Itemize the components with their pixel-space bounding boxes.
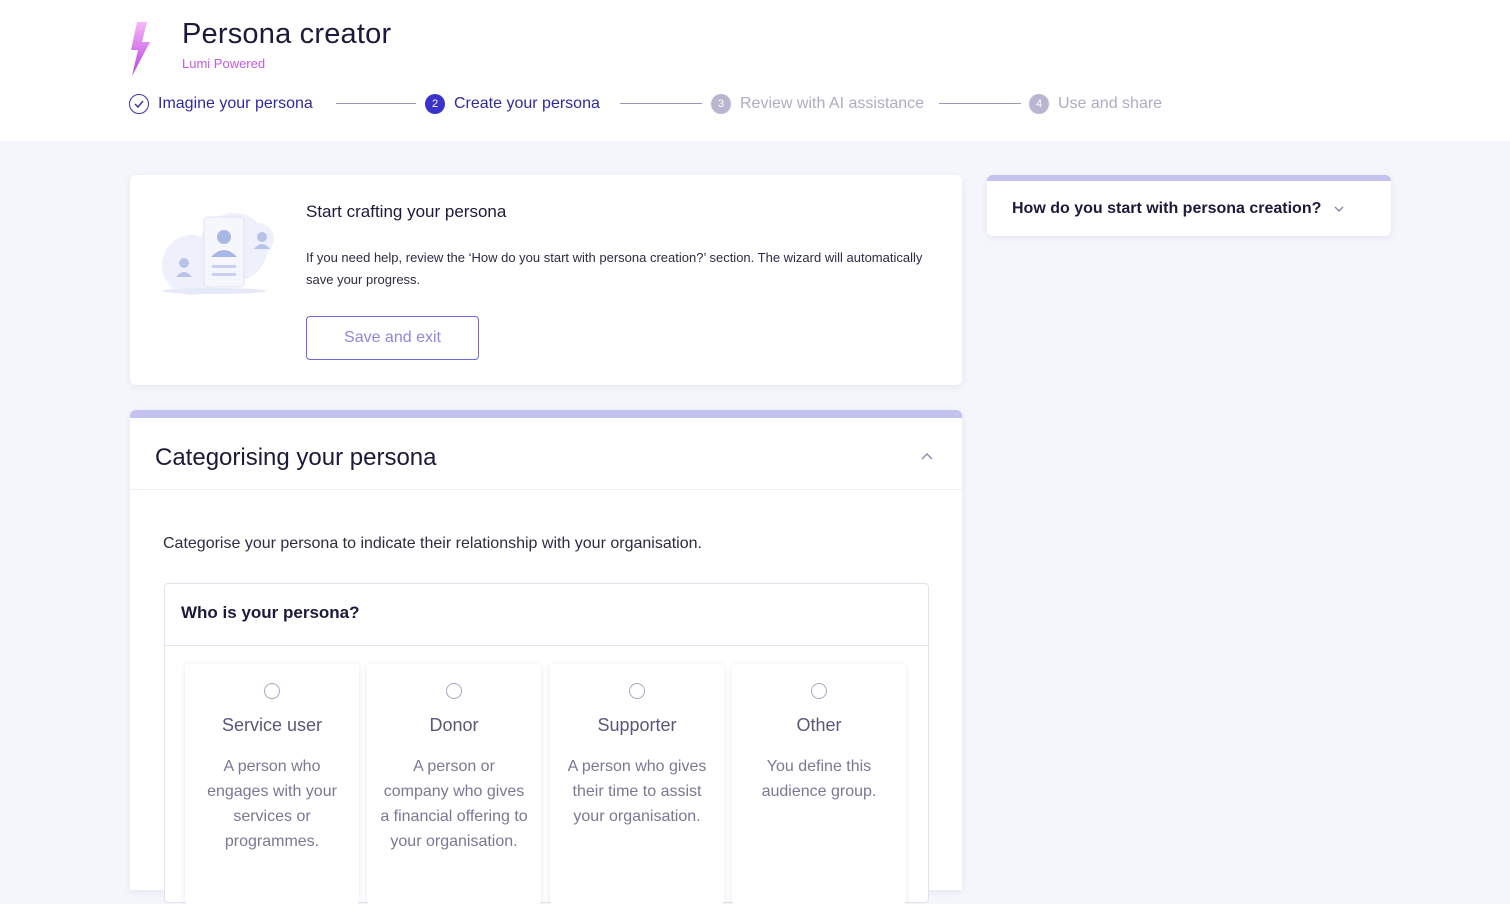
step-connector bbox=[336, 103, 416, 104]
step-connector bbox=[620, 103, 702, 104]
step-label: Create your persona bbox=[454, 95, 600, 112]
app-title: Persona creator bbox=[182, 18, 392, 50]
wizard-stepper: Imagine your persona 2 Create your perso… bbox=[129, 92, 1229, 116]
radio-button[interactable] bbox=[629, 683, 645, 699]
intro-card: Start crafting your persona If you need … bbox=[130, 175, 962, 385]
section-intro-text: Categorise your persona to indicate thei… bbox=[163, 535, 702, 552]
chevron-up-icon[interactable] bbox=[920, 451, 934, 461]
save-and-exit-button[interactable]: Save and exit bbox=[306, 316, 479, 360]
step-create[interactable]: 2 Create your persona bbox=[425, 92, 600, 116]
option-title: Supporter bbox=[597, 715, 677, 735]
persona-type-question: Who is your persona? Service user A pers… bbox=[164, 583, 929, 904]
option-description: A person who gives their time to assist … bbox=[567, 758, 707, 825]
app-subtitle: Lumi Powered bbox=[182, 56, 266, 71]
step-connector bbox=[939, 103, 1021, 104]
step-label: Review with AI assistance bbox=[740, 95, 925, 112]
intro-text: If you need help, review the ‘How do you… bbox=[306, 250, 923, 287]
chevron-down-icon bbox=[1334, 206, 1344, 212]
top-header: Persona creator Lumi Powered Imagine you… bbox=[0, 0, 1510, 141]
section-title: Categorising your persona bbox=[155, 444, 437, 471]
radio-button[interactable] bbox=[264, 683, 280, 699]
option-title: Donor bbox=[429, 715, 479, 735]
option-donor[interactable]: Donor A person or company who gives a fi… bbox=[367, 664, 541, 904]
step-number: 2 bbox=[425, 94, 445, 114]
section-header[interactable]: Categorising your persona bbox=[130, 418, 962, 490]
question-title: Who is your persona? bbox=[165, 584, 928, 646]
check-icon bbox=[129, 94, 149, 114]
radio-button[interactable] bbox=[446, 683, 462, 699]
option-service-user[interactable]: Service user A person who engages with y… bbox=[185, 664, 359, 904]
categorising-section: Categorising your persona Categorise you… bbox=[130, 410, 962, 904]
help-title: How do you start with persona creation? bbox=[1012, 199, 1322, 217]
option-other[interactable]: Other You define this audience group. bbox=[732, 664, 906, 904]
persona-illustration-icon bbox=[162, 213, 274, 295]
help-accordion[interactable]: How do you start with persona creation? bbox=[987, 175, 1391, 236]
option-supporter[interactable]: Supporter A person who gives their time … bbox=[550, 664, 724, 904]
option-description: A person who engages with your services … bbox=[207, 758, 337, 850]
step-label: Imagine your persona bbox=[158, 95, 313, 112]
step-number: 4 bbox=[1029, 94, 1049, 114]
option-title: Service user bbox=[221, 715, 323, 735]
step-label: Use and share bbox=[1058, 95, 1163, 112]
lightning-logo-icon bbox=[131, 22, 150, 76]
option-description: A person or company who gives a financia… bbox=[380, 758, 528, 850]
step-number: 3 bbox=[711, 94, 731, 114]
step-imagine[interactable]: Imagine your persona bbox=[129, 92, 313, 116]
step-use-share[interactable]: 4 Use and share bbox=[1029, 92, 1162, 116]
intro-title: Start crafting your persona bbox=[306, 202, 507, 221]
option-title: Other bbox=[796, 715, 842, 735]
radio-button[interactable] bbox=[811, 683, 827, 699]
option-description: You define this audience group. bbox=[761, 758, 877, 800]
step-review[interactable]: 3 Review with AI assistance bbox=[711, 92, 924, 116]
